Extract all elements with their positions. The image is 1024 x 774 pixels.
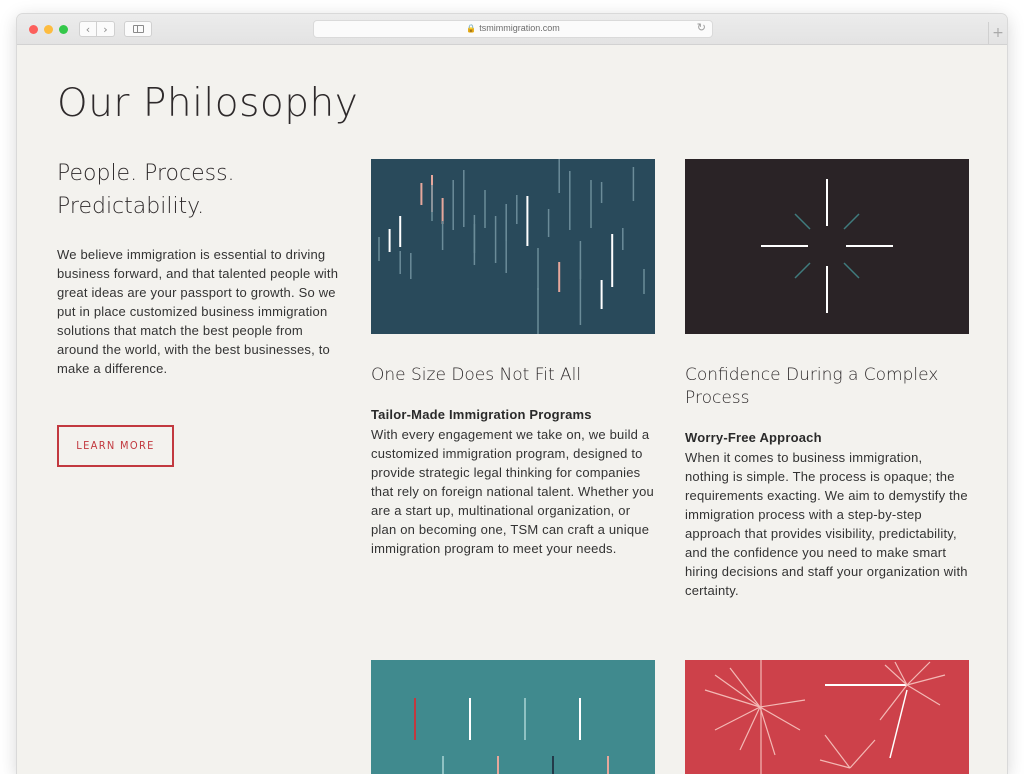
chevron-right-icon: › — [103, 23, 108, 36]
url-text: tsmimmigration.com — [479, 23, 560, 33]
page-title: Our Philosophy — [57, 81, 359, 126]
plus-icon: + — [992, 25, 1004, 41]
tagline: People. Process. Predictability. — [57, 161, 235, 219]
forward-button[interactable]: › — [97, 21, 115, 37]
new-tab-button[interactable]: + — [988, 22, 1007, 44]
burst-graphic — [704, 660, 946, 774]
chevron-left-icon: ‹ — [85, 23, 91, 36]
pattern-lines-graphic — [378, 159, 645, 334]
zoom-window-button[interactable] — [59, 25, 68, 34]
card-body: When it comes to business immigration, n… — [685, 450, 968, 598]
intro-text: We believe immigration is essential to d… — [57, 247, 339, 376]
card-image-bursts — [685, 660, 969, 774]
page-content: Our Philosophy People. Process. Predicta… — [17, 45, 1007, 774]
card-subheading: Tailor-Made Immigration Programs — [371, 407, 592, 422]
back-button[interactable]: ‹ — [79, 21, 97, 37]
close-window-button[interactable] — [29, 25, 38, 34]
card-subheading: Worry-Free Approach — [685, 430, 822, 445]
browser-titlebar: ‹ › 🔒 tsmimmigration.com ↻ + — [17, 14, 1007, 45]
sidebar-icon — [133, 25, 144, 33]
card-heading: Confidence During a Complex Process — [685, 365, 939, 408]
learn-more-button[interactable]: LEARN MORE — [57, 425, 174, 467]
sidebar-toggle-button[interactable] — [124, 21, 152, 37]
browser-window: ‹ › 🔒 tsmimmigration.com ↻ + Our Philosop… — [17, 14, 1007, 774]
card-image-vertical-lines — [371, 159, 655, 334]
card-body: With every engagement we take on, we bui… — [371, 427, 654, 556]
card-image-teal-lines — [371, 660, 655, 774]
crosshair-graphic — [761, 179, 893, 313]
minimize-window-button[interactable] — [44, 25, 53, 34]
card-image-crosshair — [685, 159, 969, 334]
card-heading: One Size Does Not Fit All — [371, 365, 582, 385]
address-bar[interactable]: 🔒 tsmimmigration.com ↻ — [313, 20, 713, 38]
lock-icon: 🔒 — [466, 24, 477, 33]
reload-icon[interactable]: ↻ — [697, 21, 706, 34]
teal-lines-graphic — [414, 698, 609, 774]
